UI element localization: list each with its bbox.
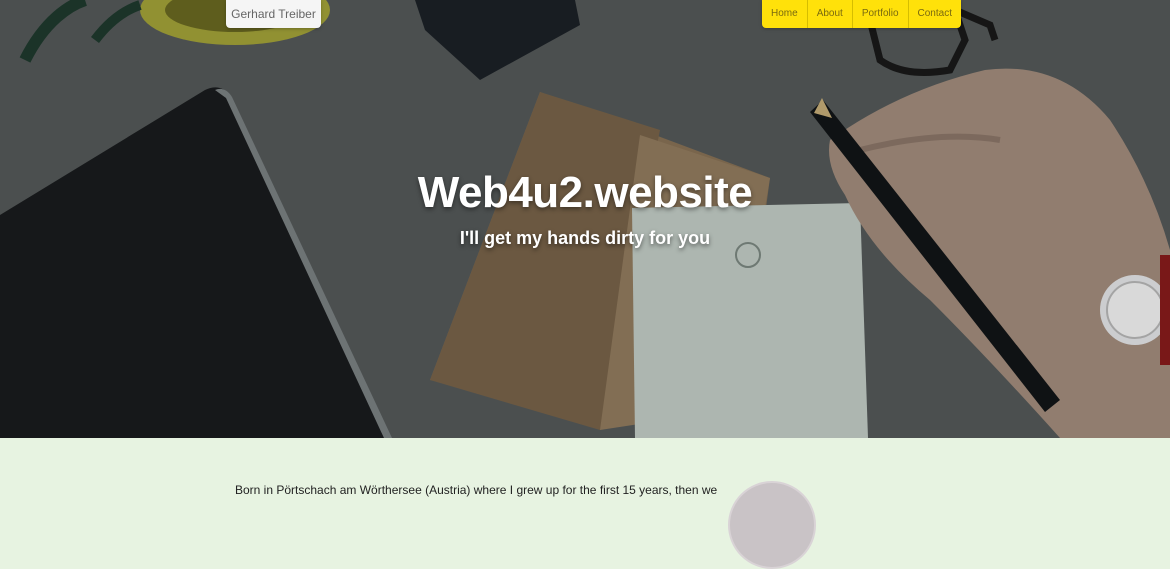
avatar [728, 481, 816, 569]
hero-section: Gerhard Treiber Home About Portfolio Con… [0, 0, 1170, 438]
hero-title: Web4u2.website [417, 168, 753, 217]
about-text: Born in Pörtschach am Wörthersee (Austri… [235, 483, 718, 497]
nav-home[interactable]: Home [762, 0, 807, 28]
site-brand[interactable]: Gerhard Treiber [226, 0, 321, 28]
hero-background-image [0, 0, 1170, 438]
nav-about[interactable]: About [806, 0, 852, 28]
nav-portfolio[interactable]: Portfolio [851, 0, 908, 28]
hero-subtitle: I'll get my hands dirty for you [459, 228, 711, 248]
nav-contact[interactable]: Contact [907, 0, 961, 28]
about-section: Born in Pörtschach am Wörthersee (Austri… [0, 438, 1170, 500]
main-nav: Home About Portfolio Contact [762, 0, 961, 28]
